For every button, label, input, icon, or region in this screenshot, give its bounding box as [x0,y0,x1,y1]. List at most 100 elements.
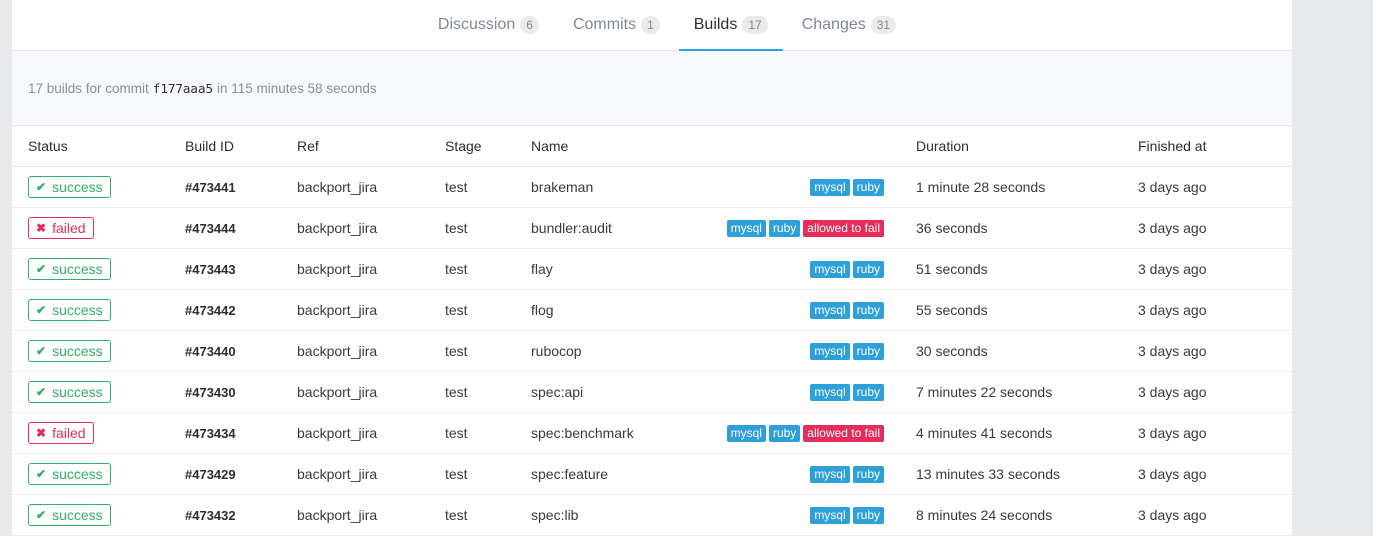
ref-link[interactable]: backport_jira [297,466,377,482]
tag-ruby: ruby [768,424,801,442]
build-id-link[interactable]: #473442 [185,303,236,318]
ref-link[interactable]: backport_jira [297,507,377,523]
tab-changes[interactable]: Changes 31 [787,0,911,50]
ref-link[interactable]: backport_jira [297,220,377,236]
status-badge[interactable]: ✔ success [28,340,111,362]
tag-ruby: ruby [852,178,884,196]
status-badge[interactable]: ✔ success [28,176,111,198]
finished-at-cell: 3 days ago [1138,412,1292,454]
header-ref: Ref [297,126,445,167]
stage-cell: test [445,494,531,536]
build-tags: mysql ruby [810,301,884,319]
tag-ruby: ruby [852,342,884,360]
ref-link[interactable]: backport_jira [297,425,377,441]
build-id-link[interactable]: #473429 [185,467,236,482]
table-row: ✔ success #473430 backport_jira test spe… [12,371,1292,413]
tab-commits[interactable]: Commits 1 [558,0,675,50]
build-tags: mysql ruby [810,465,884,483]
header-status: Status [12,126,185,167]
name-cell: rubocop mysql ruby [531,330,916,372]
header-stage: Stage [445,126,531,167]
commit-sha-link[interactable]: f177aaa5 [153,81,213,96]
build-id-cell: #473441 [185,166,297,208]
finished-at-cell: 3 days ago [1138,330,1292,372]
status-cell: ✔ success [12,494,185,536]
duration-cell: 30 seconds [916,330,1138,372]
check-icon: ✔ [36,508,47,522]
status-cell: ✔ success [12,371,185,413]
status-cell: ✔ success [12,330,185,372]
build-id-link[interactable]: #473434 [185,426,236,441]
check-icon: ✔ [36,385,47,399]
finished-at-cell: 3 days ago [1138,166,1292,208]
finished-at-cell: 3 days ago [1138,494,1292,536]
status-badge[interactable]: ✔ success [28,463,111,485]
ref-cell: backport_jira [297,289,445,331]
name-cell: brakeman mysql ruby [531,166,916,208]
table-row: ✔ success #473442 backport_jira test flo… [12,289,1292,331]
status-badge[interactable]: ✖ failed [28,422,94,444]
table-row: ✖ failed #473444 backport_jira test bund… [12,207,1292,249]
tab-count-badge: 31 [870,16,897,34]
build-id-link[interactable]: #473443 [185,262,236,277]
build-id-cell: #473442 [185,289,297,331]
stage-cell: test [445,412,531,454]
ref-link[interactable]: backport_jira [297,384,377,400]
tag-mysql: mysql [810,260,850,278]
status-badge[interactable]: ✖ failed [28,217,94,239]
build-id-link[interactable]: #473441 [185,180,236,195]
status-cell: ✔ success [12,453,185,495]
build-id-cell: #473443 [185,248,297,290]
check-icon: ✔ [36,180,47,194]
allowed-to-fail-badge: allowed to fail [803,424,884,442]
build-tags: mysql ruby [810,506,884,524]
build-id-cell: #473430 [185,371,297,413]
build-name: flog [531,302,554,318]
duration-cell: 36 seconds [916,207,1138,249]
status-badge[interactable]: ✔ success [28,299,111,321]
tag-ruby: ruby [768,219,801,237]
name-cell: flog mysql ruby [531,289,916,331]
status-badge[interactable]: ✔ success [28,504,111,526]
check-icon: ✔ [36,303,47,317]
ref-cell: backport_jira [297,330,445,372]
summary-prefix: 17 builds for commit [28,80,149,96]
name-cell: flay mysql ruby [531,248,916,290]
status-label: success [52,466,103,482]
build-id-cell: #473434 [185,412,297,454]
status-badge[interactable]: ✔ success [28,381,111,403]
summary-suffix: in 115 minutes 58 seconds [217,80,377,96]
finished-at-cell: 3 days ago [1138,371,1292,413]
x-icon: ✖ [36,221,47,235]
status-label: success [52,507,103,523]
duration-cell: 7 minutes 22 seconds [916,371,1138,413]
check-icon: ✔ [36,344,47,358]
build-id-link[interactable]: #473430 [185,385,236,400]
ref-link[interactable]: backport_jira [297,179,377,195]
build-name: brakeman [531,179,594,195]
name-cell: spec:feature mysql ruby [531,453,916,495]
build-name: bundler:audit [531,220,612,236]
build-id-link[interactable]: #473440 [185,344,236,359]
tab-builds[interactable]: Builds 17 [678,0,783,51]
ref-link[interactable]: backport_jira [297,261,377,277]
duration-cell: 55 seconds [916,289,1138,331]
tab-discussion[interactable]: Discussion 6 [423,0,554,50]
name-cell: bundler:audit mysql ruby allowed to fail [531,207,916,249]
duration-cell: 4 minutes 41 seconds [916,412,1138,454]
stage-cell: test [445,453,531,495]
build-tags: mysql ruby [810,383,884,401]
tag-ruby: ruby [852,506,884,524]
ref-link[interactable]: backport_jira [297,343,377,359]
stage-cell: test [445,330,531,372]
header-finished-at: Finished at [1138,126,1292,167]
build-id-link[interactable]: #473432 [185,508,236,523]
tag-mysql: mysql [810,342,850,360]
build-id-link[interactable]: #473444 [185,221,236,236]
build-id-cell: #473444 [185,207,297,249]
build-tags: mysql ruby [810,260,884,278]
status-badge[interactable]: ✔ success [28,258,111,280]
status-cell: ✔ success [12,289,185,331]
ref-link[interactable]: backport_jira [297,302,377,318]
duration-cell: 8 minutes 24 seconds [916,494,1138,536]
